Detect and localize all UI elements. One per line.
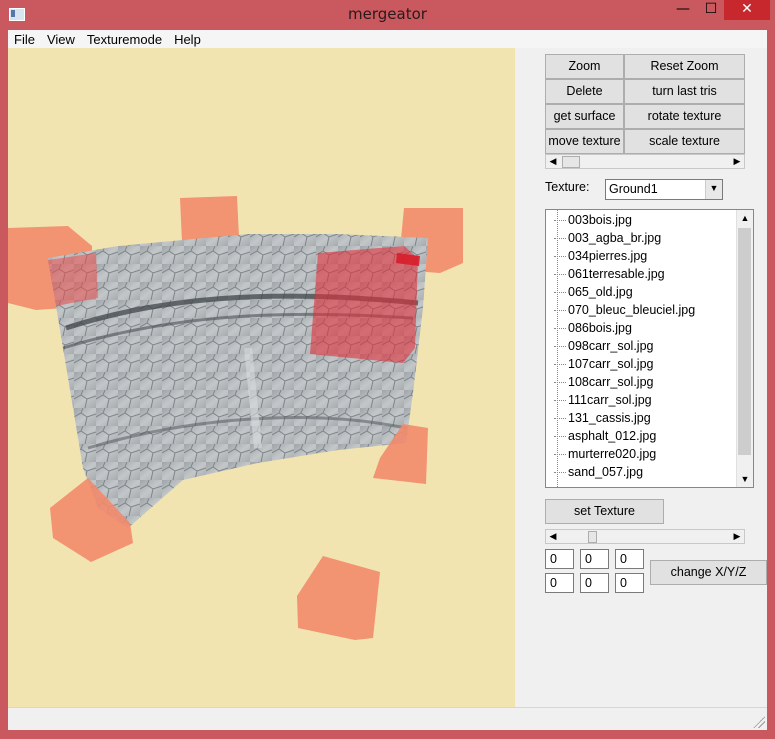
scroll-right-icon[interactable]: ▶ bbox=[730, 155, 744, 168]
minimize-button[interactable]: — bbox=[668, 0, 698, 20]
title-bar[interactable]: mergeator — ☐ ✕ bbox=[0, 0, 775, 30]
rotate-texture-button[interactable]: rotate texture bbox=[624, 104, 745, 129]
move-texture-button[interactable]: move texture bbox=[545, 129, 624, 154]
chevron-down-icon[interactable]: ▼ bbox=[705, 180, 722, 199]
list-item[interactable]: asphalt_012.jpg bbox=[554, 427, 656, 445]
list-item[interactable]: 003bois.jpg bbox=[554, 211, 632, 229]
list-item[interactable]: 108carr_sol.jpg bbox=[554, 373, 653, 391]
coord-y-field-2[interactable]: 0 bbox=[580, 573, 609, 593]
delete-button[interactable]: Delete bbox=[545, 79, 624, 104]
menu-view[interactable]: View bbox=[41, 30, 81, 47]
texture-label: Texture: bbox=[545, 180, 590, 194]
list-item[interactable]: 034pierres.jpg bbox=[554, 247, 647, 265]
status-bar bbox=[8, 707, 767, 730]
scene-canvas[interactable] bbox=[8, 48, 515, 707]
slider-right-icon[interactable]: ▶ bbox=[730, 530, 744, 543]
turn-last-tris-button[interactable]: turn last tris bbox=[624, 79, 745, 104]
coord-z-field-1[interactable]: 0 bbox=[615, 549, 644, 569]
list-item[interactable]: 098carr_sol.jpg bbox=[554, 337, 653, 355]
maximize-button[interactable]: ☐ bbox=[698, 0, 724, 20]
zoom-button[interactable]: Zoom bbox=[545, 54, 624, 79]
reset-zoom-button[interactable]: Reset Zoom bbox=[624, 54, 745, 79]
list-item[interactable]: 107carr_sol.jpg bbox=[554, 355, 653, 373]
slider-thumb[interactable] bbox=[588, 531, 597, 543]
cube-bottom[interactable] bbox=[297, 556, 380, 640]
3d-viewport[interactable] bbox=[8, 48, 515, 707]
scroll-left-icon[interactable]: ◀ bbox=[546, 155, 560, 168]
texture-dropdown-value: Ground1 bbox=[609, 182, 658, 196]
tree-scrollbar-thumb[interactable] bbox=[738, 228, 751, 455]
client-area: Zoom Reset Zoom Delete turn last tris ge… bbox=[8, 48, 767, 707]
close-button[interactable]: ✕ bbox=[724, 0, 770, 20]
list-item[interactable]: 003_agba_br.jpg bbox=[554, 229, 661, 247]
app-window: mergeator — ☐ ✕ File View Texturemode Help bbox=[0, 0, 775, 739]
change-xyz-button[interactable]: change X/Y/Z bbox=[650, 560, 767, 585]
resize-grip-icon[interactable] bbox=[753, 716, 765, 728]
list-item[interactable]: 061terresable.jpg bbox=[554, 265, 665, 283]
texture-slider[interactable]: ◀ ▶ bbox=[545, 529, 745, 544]
tool-scrollbar[interactable]: ◀ ▶ bbox=[545, 154, 745, 169]
scroll-up-icon[interactable]: ▲ bbox=[737, 210, 753, 226]
scrollbar-thumb[interactable] bbox=[562, 156, 580, 168]
list-item[interactable]: 131_cassis.jpg bbox=[554, 409, 651, 427]
cube-top[interactable] bbox=[180, 196, 239, 242]
list-item[interactable]: 065_old.jpg bbox=[554, 283, 633, 301]
coord-x-field-2[interactable]: 0 bbox=[545, 573, 574, 593]
texture-file-tree[interactable]: 003bois.jpg 003_agba_br.jpg 034pierres.j… bbox=[545, 209, 754, 488]
list-item[interactable]: sand_057.jpg bbox=[554, 463, 643, 481]
window-title: mergeator bbox=[348, 5, 427, 23]
selected-cube[interactable] bbox=[310, 246, 420, 363]
list-item[interactable]: 086bois.jpg bbox=[554, 319, 632, 337]
scale-texture-button[interactable]: scale texture bbox=[624, 129, 745, 154]
scroll-down-icon[interactable]: ▼ bbox=[737, 471, 753, 487]
texture-dropdown[interactable]: Ground1 ▼ bbox=[605, 179, 723, 200]
set-texture-button[interactable]: set Texture bbox=[545, 499, 664, 524]
get-surface-button[interactable]: get surface bbox=[545, 104, 624, 129]
tree-scrollbar[interactable]: ▲ ▼ bbox=[736, 210, 753, 487]
coord-x-field-1[interactable]: 0 bbox=[545, 549, 574, 569]
coord-y-field-1[interactable]: 0 bbox=[580, 549, 609, 569]
list-item[interactable]: 070_bleuc_bleuciel.jpg bbox=[554, 301, 695, 319]
coord-z-field-2[interactable]: 0 bbox=[615, 573, 644, 593]
slider-left-icon[interactable]: ◀ bbox=[546, 530, 560, 543]
menu-texturemode[interactable]: Texturemode bbox=[81, 30, 168, 47]
list-item[interactable]: murterre020.jpg bbox=[554, 445, 656, 463]
menu-file[interactable]: File bbox=[8, 30, 41, 47]
cube-left-overlap[interactable] bbox=[48, 253, 98, 306]
menu-help[interactable]: Help bbox=[168, 30, 207, 47]
menu-bar: File View Texturemode Help bbox=[8, 30, 767, 48]
list-item[interactable]: 111carr_sol.jpg bbox=[554, 391, 652, 409]
